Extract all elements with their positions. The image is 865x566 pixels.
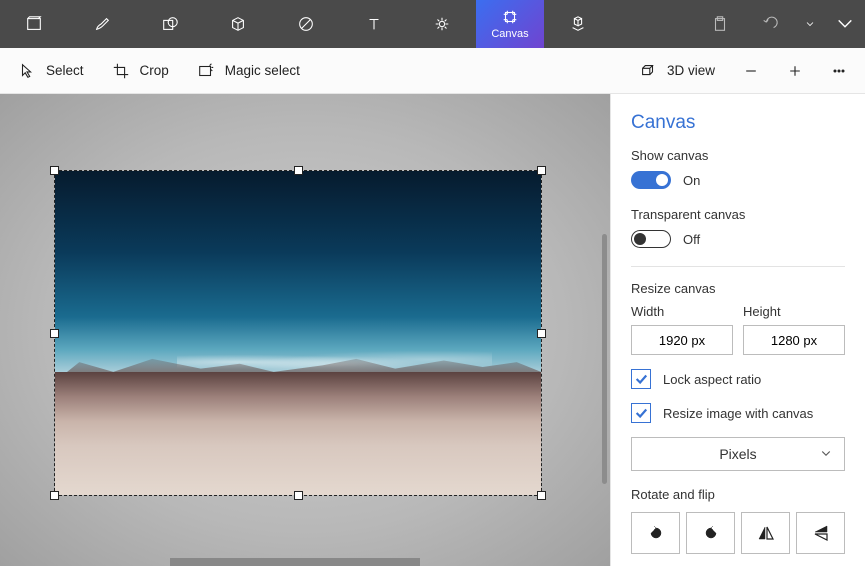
- 3d-view-tool[interactable]: 3D view: [625, 48, 729, 93]
- rotate-right-button[interactable]: [686, 512, 735, 554]
- rotate-right-icon: [701, 523, 721, 543]
- resize-handle-bm[interactable]: [294, 491, 303, 500]
- resize-handle-ml[interactable]: [50, 329, 59, 338]
- crop-tool[interactable]: Crop: [98, 48, 183, 93]
- units-select[interactable]: Pixels: [631, 437, 845, 471]
- crop-tool-label: Crop: [140, 63, 169, 78]
- resize-image-checkbox-row[interactable]: Resize image with canvas: [631, 403, 845, 423]
- redo-button[interactable]: [825, 0, 865, 48]
- effects-icon: [433, 15, 451, 33]
- magic-select-tool[interactable]: Magic select: [183, 48, 314, 93]
- rotate-left-icon: [646, 523, 666, 543]
- chevron-down-large-icon: [836, 15, 854, 33]
- show-canvas-state: On: [683, 173, 700, 188]
- resize-handle-br[interactable]: [537, 491, 546, 500]
- canvas-viewport[interactable]: [0, 94, 610, 566]
- zoom-in-button[interactable]: [773, 48, 817, 93]
- flip-vertical-icon: [811, 523, 831, 543]
- rotate-left-button[interactable]: [631, 512, 680, 554]
- transparent-canvas-label: Transparent canvas: [631, 207, 845, 222]
- menu-expand-button[interactable]: [0, 0, 68, 48]
- minus-icon: [743, 63, 759, 79]
- undo-icon: [761, 15, 779, 33]
- ellipsis-icon: [831, 63, 847, 79]
- width-input[interactable]: [631, 325, 733, 355]
- canvas-panel: Canvas Show canvas On Transparent canvas…: [610, 94, 865, 566]
- flip-horizontal-icon: [756, 523, 776, 543]
- resize-handle-mr[interactable]: [537, 329, 546, 338]
- canvas-tab-label: Canvas: [491, 28, 528, 40]
- show-canvas-toggle[interactable]: [631, 171, 671, 189]
- resize-canvas-title: Resize canvas: [631, 281, 845, 296]
- show-canvas-label: Show canvas: [631, 148, 845, 163]
- check-icon: [634, 406, 648, 420]
- stickers-tab[interactable]: [272, 0, 340, 48]
- transparent-canvas-toggle[interactable]: [631, 230, 671, 248]
- crop-icon: [112, 62, 130, 80]
- 3d-shapes-tab[interactable]: [204, 0, 272, 48]
- 3d-view-icon: [639, 62, 657, 80]
- lock-aspect-label: Lock aspect ratio: [663, 372, 761, 387]
- lock-aspect-checkbox[interactable]: [631, 369, 651, 389]
- resize-handle-tr[interactable]: [537, 166, 546, 175]
- lock-aspect-checkbox-row[interactable]: Lock aspect ratio: [631, 369, 845, 389]
- panel-title: Canvas: [631, 112, 845, 134]
- undo-button[interactable]: [745, 0, 795, 48]
- caret-down-icon: [805, 19, 815, 29]
- rotate-flip-title: Rotate and flip: [631, 487, 845, 502]
- more-button[interactable]: [817, 48, 861, 93]
- sub-toolbar: Select Crop Magic select 3D view: [0, 48, 865, 94]
- brush-icon: [93, 15, 111, 33]
- canvas-icon: [501, 8, 519, 26]
- 3d-view-tool-label: 3D view: [667, 63, 715, 78]
- text-icon: [365, 15, 383, 33]
- resize-handle-tl[interactable]: [50, 166, 59, 175]
- flip-vertical-button[interactable]: [796, 512, 845, 554]
- check-icon: [634, 372, 648, 386]
- effects-tab[interactable]: [408, 0, 476, 48]
- resize-handle-bl[interactable]: [50, 491, 59, 500]
- magic-select-tool-label: Magic select: [225, 63, 300, 78]
- panel-divider: [631, 266, 845, 267]
- zoom-out-button[interactable]: [729, 48, 773, 93]
- canvas-tab[interactable]: Canvas: [476, 0, 544, 48]
- shapes-3d-icon: [229, 15, 247, 33]
- canvas-image: [55, 171, 541, 495]
- select-tool[interactable]: Select: [4, 48, 98, 93]
- magic-select-icon: [197, 62, 215, 80]
- select-tool-label: Select: [46, 63, 84, 78]
- flip-horizontal-button[interactable]: [741, 512, 790, 554]
- sticker-icon: [297, 15, 315, 33]
- width-label: Width: [631, 304, 733, 319]
- resize-image-label: Resize image with canvas: [663, 406, 813, 421]
- text-tab[interactable]: [340, 0, 408, 48]
- vertical-scrollbar[interactable]: [602, 234, 607, 484]
- resize-image-checkbox[interactable]: [631, 403, 651, 423]
- height-input[interactable]: [743, 325, 845, 355]
- paste-button[interactable]: [695, 0, 745, 48]
- library-icon: [569, 15, 587, 33]
- chevron-down-icon: [820, 446, 832, 462]
- canvas-selection[interactable]: [55, 171, 541, 495]
- 3d-library-tab[interactable]: [544, 0, 612, 48]
- plus-icon: [787, 63, 803, 79]
- units-select-value: Pixels: [719, 446, 756, 462]
- cursor-icon: [18, 62, 36, 80]
- resize-handle-tm[interactable]: [294, 166, 303, 175]
- top-toolbar: Canvas: [0, 0, 865, 48]
- paste-icon: [711, 15, 729, 33]
- height-label: Height: [743, 304, 845, 319]
- 2d-shapes-tab[interactable]: [136, 0, 204, 48]
- menu-expand-icon: [25, 15, 43, 33]
- brushes-tab[interactable]: [68, 0, 136, 48]
- horizontal-scrollbar[interactable]: [170, 558, 420, 566]
- main-area: Canvas Show canvas On Transparent canvas…: [0, 94, 865, 566]
- transparent-canvas-state: Off: [683, 232, 700, 247]
- shapes-2d-icon: [161, 15, 179, 33]
- history-dropdown[interactable]: [795, 0, 825, 48]
